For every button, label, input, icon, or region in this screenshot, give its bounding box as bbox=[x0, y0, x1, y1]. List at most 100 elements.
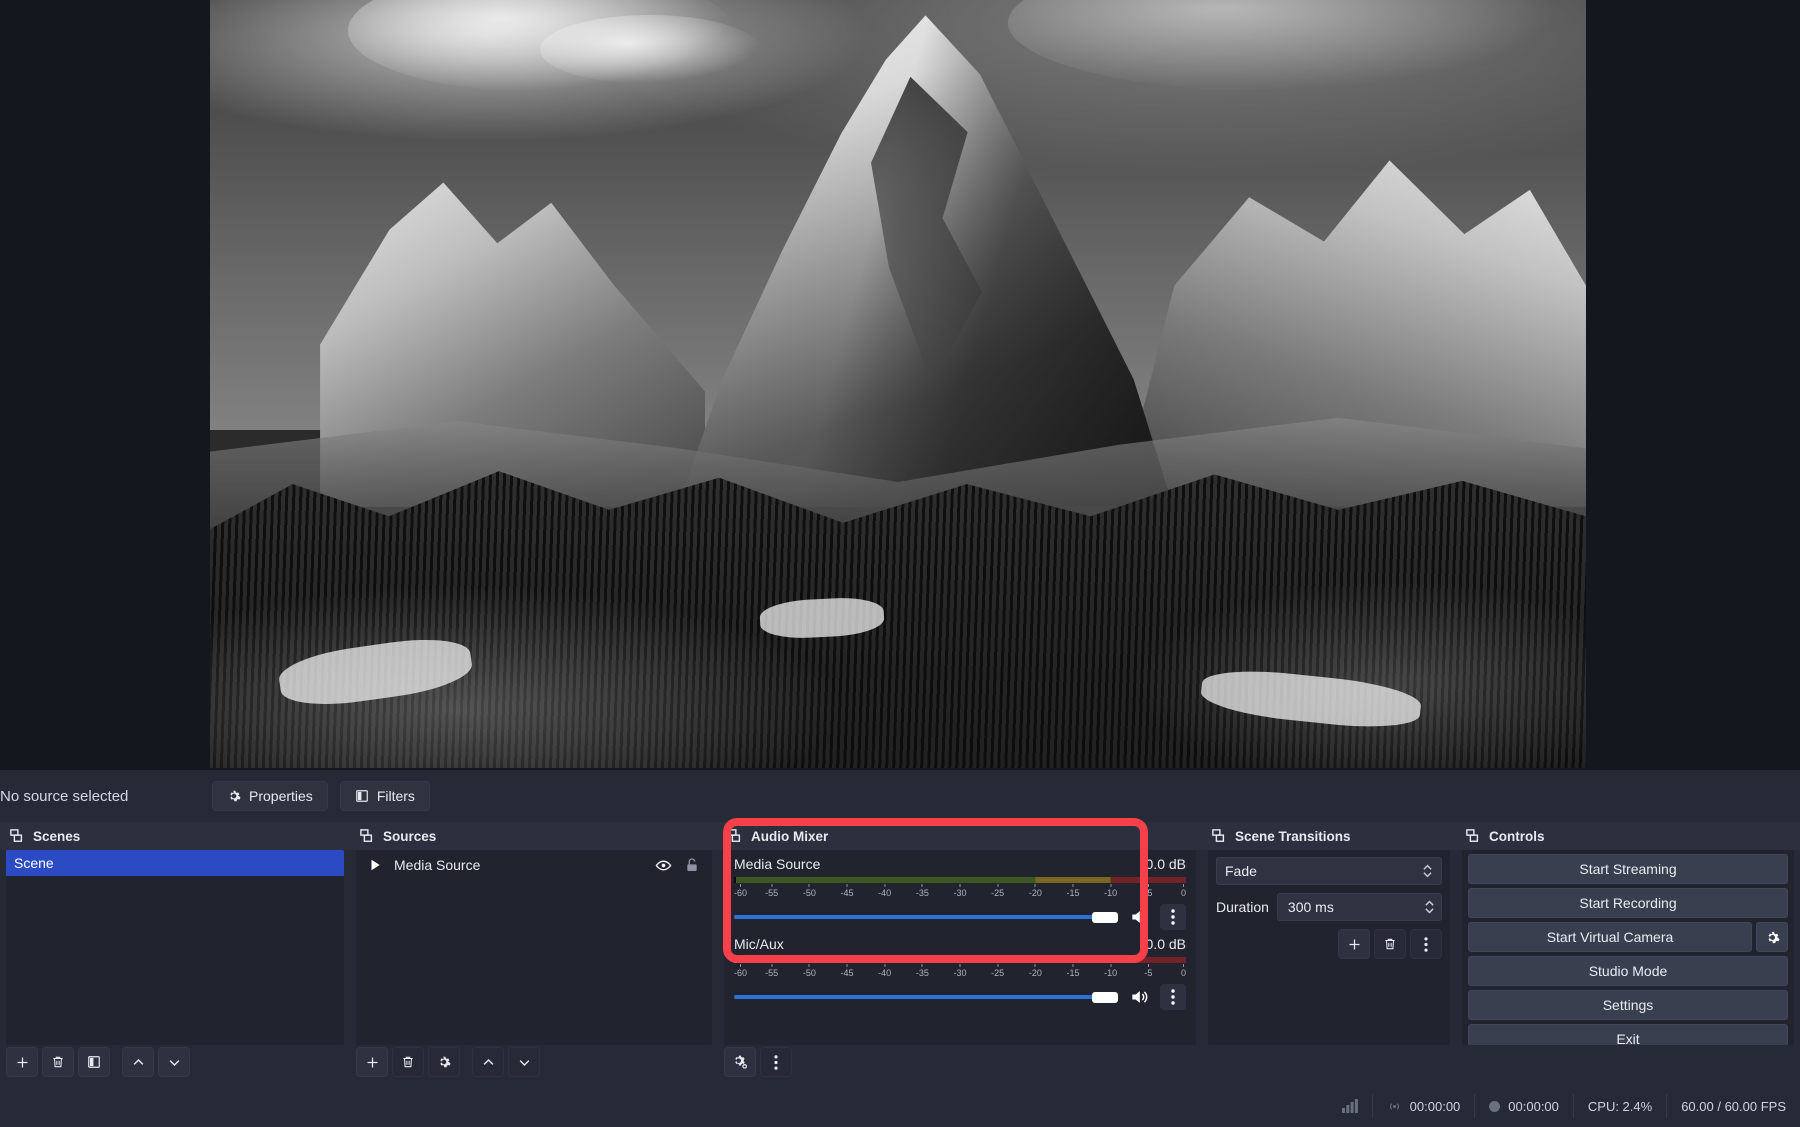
exit-button[interactable]: Exit bbox=[1468, 1024, 1788, 1045]
meter-tick: 0 bbox=[1181, 884, 1186, 898]
meter-tick: -50 bbox=[803, 964, 816, 978]
volume-slider-row bbox=[734, 984, 1186, 1010]
fps-cell: 60.00 / 60.00 FPS bbox=[1666, 1094, 1800, 1118]
start-virtual-camera-button[interactable]: Start Virtual Camera bbox=[1468, 922, 1752, 952]
eye-icon[interactable] bbox=[655, 857, 672, 874]
volume-meter-ticks: -60 -55 -50 -45 -40 -35 -30 -25 -20 -15 -10 -5 0 bbox=[734, 964, 1186, 978]
volume-slider[interactable] bbox=[734, 988, 1118, 1006]
scenes-title-label: Scenes bbox=[33, 828, 81, 844]
move-source-down-button[interactable] bbox=[508, 1047, 540, 1077]
obs-main-window: No source selected Properties Filters Sc… bbox=[0, 0, 1800, 1127]
move-source-up-button[interactable] bbox=[472, 1047, 504, 1077]
remove-source-button[interactable] bbox=[392, 1047, 424, 1077]
properties-button[interactable]: Properties bbox=[212, 781, 328, 811]
filters-button[interactable]: Filters bbox=[339, 781, 430, 811]
transitions-spacer bbox=[1202, 1045, 1456, 1085]
meter-tick: -40 bbox=[878, 884, 891, 898]
stream-time-cell: 00:00:00 bbox=[1371, 1094, 1475, 1118]
preview-canvas[interactable] bbox=[210, 0, 1586, 768]
audio-mixer-menu-button[interactable] bbox=[760, 1047, 792, 1077]
meter-tick: -35 bbox=[916, 964, 929, 978]
volume-slider-knob[interactable] bbox=[1092, 912, 1118, 923]
preview-area bbox=[0, 0, 1800, 770]
volume-slider-knob[interactable] bbox=[1092, 992, 1118, 1003]
virtual-camera-row: Start Virtual Camera bbox=[1468, 922, 1788, 952]
stream-time-label: 00:00:00 bbox=[1409, 1098, 1461, 1114]
meter-tick: 0 bbox=[1181, 964, 1186, 978]
controls-title-label: Controls bbox=[1489, 828, 1545, 844]
controls-dock-title: Controls bbox=[1456, 822, 1800, 850]
add-scene-button[interactable] bbox=[6, 1047, 38, 1077]
status-bar: 00:00:00 00:00:00 CPU: 2.4% 60.00 / 60.0… bbox=[0, 1085, 1800, 1127]
transition-select-value: Fade bbox=[1225, 863, 1257, 879]
volume-slider-fill bbox=[734, 995, 1118, 999]
settings-label: Settings bbox=[1602, 997, 1654, 1013]
add-transition-button[interactable] bbox=[1338, 929, 1370, 959]
volume-meter bbox=[734, 957, 1186, 963]
audio-mixer-title-label: Audio Mixer bbox=[751, 828, 829, 844]
volume-slider[interactable] bbox=[734, 908, 1118, 926]
meter-tick: -25 bbox=[991, 964, 1004, 978]
mixer-track-name: Mic/Aux bbox=[734, 936, 784, 952]
meter-tick: -60 bbox=[734, 884, 747, 898]
filters-button-label: Filters bbox=[376, 788, 415, 804]
record-dot-icon bbox=[1489, 1100, 1501, 1112]
duration-label: Duration bbox=[1216, 899, 1269, 915]
gear-icon bbox=[1765, 930, 1780, 945]
sources-dock-title: Sources bbox=[350, 822, 718, 850]
scene-list-item[interactable]: Scene bbox=[6, 850, 344, 876]
volume-meter-level bbox=[734, 957, 1013, 963]
mixer-track-menu-button[interactable] bbox=[1160, 904, 1186, 930]
start-streaming-button[interactable]: Start Streaming bbox=[1468, 854, 1788, 884]
studio-mode-button[interactable]: Studio Mode bbox=[1468, 956, 1788, 986]
scene-item-label: Scene bbox=[14, 855, 54, 871]
transition-select[interactable]: Fade bbox=[1216, 857, 1442, 885]
meter-tick: -35 bbox=[916, 884, 929, 898]
meter-tick: -20 bbox=[1029, 964, 1042, 978]
volume-meter-scale bbox=[734, 877, 1186, 883]
record-time-cell: 00:00:00 bbox=[1474, 1094, 1573, 1118]
start-streaming-label: Start Streaming bbox=[1579, 861, 1677, 877]
remove-transition-button[interactable] bbox=[1374, 929, 1406, 959]
filter-icon bbox=[355, 789, 369, 803]
dock-row: Scenes Scene Sources Media Source Audio … bbox=[0, 822, 1800, 1085]
duration-spinbox[interactable]: 300 ms bbox=[1276, 893, 1442, 921]
scene-filters-button[interactable] bbox=[78, 1047, 110, 1077]
audio-mixer-dock: Audio Mixer Media Source 0.0 dB -60 -55 -5… bbox=[718, 822, 1202, 1085]
lock-open-icon[interactable] bbox=[684, 857, 700, 873]
start-recording-button[interactable]: Start Recording bbox=[1468, 888, 1788, 918]
scenes-list[interactable]: Scene bbox=[6, 850, 344, 1045]
source-toolbar: No source selected Properties Filters bbox=[0, 770, 1800, 822]
play-icon bbox=[368, 858, 382, 872]
settings-button[interactable]: Settings bbox=[1468, 990, 1788, 1020]
spinner-arrows-icon[interactable] bbox=[1424, 897, 1435, 917]
sources-title-label: Sources bbox=[383, 828, 437, 844]
scenes-dock-title: Scenes bbox=[0, 822, 350, 850]
move-scene-up-button[interactable] bbox=[122, 1047, 154, 1077]
properties-button-label: Properties bbox=[249, 788, 313, 804]
dock-grip-icon bbox=[360, 829, 374, 843]
transitions-toolbar bbox=[1216, 929, 1442, 959]
mixer-track: Media Source 0.0 dB -60 -55 -50 -45 -40 -35 -3… bbox=[724, 850, 1196, 930]
broadcast-icon bbox=[1387, 1099, 1402, 1114]
virtual-camera-settings-button[interactable] bbox=[1756, 922, 1788, 952]
source-properties-button[interactable] bbox=[428, 1047, 460, 1077]
mute-toggle-button[interactable] bbox=[1126, 904, 1152, 930]
remove-scene-button[interactable] bbox=[42, 1047, 74, 1077]
volume-meter-peak bbox=[734, 877, 736, 883]
move-scene-down-button[interactable] bbox=[158, 1047, 190, 1077]
mute-toggle-button[interactable] bbox=[1126, 984, 1152, 1010]
sources-list[interactable]: Media Source bbox=[356, 850, 712, 1045]
mixer-track-menu-button[interactable] bbox=[1160, 984, 1186, 1010]
audio-advanced-properties-button[interactable] bbox=[724, 1047, 756, 1077]
volume-slider-row bbox=[734, 904, 1186, 930]
add-source-button[interactable] bbox=[356, 1047, 388, 1077]
meter-tick: -5 bbox=[1144, 884, 1152, 898]
volume-slider-fill bbox=[734, 915, 1118, 919]
source-list-item[interactable]: Media Source bbox=[356, 850, 712, 880]
duration-row: Duration 300 ms bbox=[1216, 893, 1442, 921]
meter-tick: -10 bbox=[1104, 884, 1117, 898]
transition-menu-button[interactable] bbox=[1410, 929, 1442, 959]
meter-tick: -30 bbox=[953, 884, 967, 898]
audio-mixer-body: Media Source 0.0 dB -60 -55 -50 -45 -40 -35 -3… bbox=[724, 850, 1196, 1045]
